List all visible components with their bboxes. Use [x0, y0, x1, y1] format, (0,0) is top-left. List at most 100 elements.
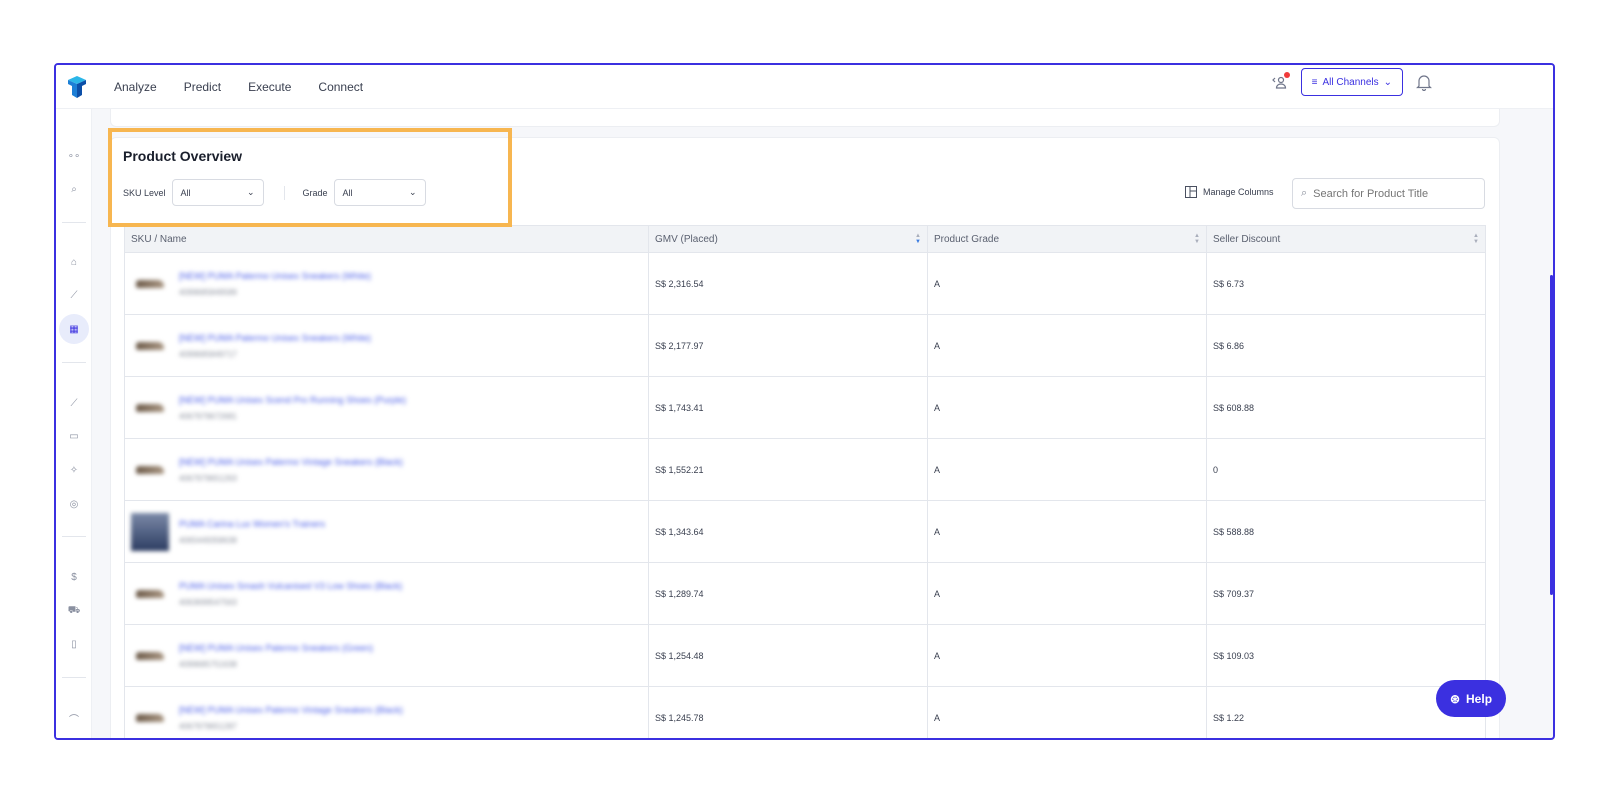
- table-row[interactable]: [NEW] PUMA Unisex Palermo Vintage Sneake…: [124, 687, 1486, 738]
- nav-predict[interactable]: Predict: [184, 80, 221, 94]
- col-gmv-label: GMV (Placed): [655, 233, 718, 245]
- help-label: Help: [1466, 691, 1493, 706]
- search-icon: ⌕: [1301, 187, 1308, 199]
- cell-gmv: S$ 1,343.64: [649, 501, 928, 562]
- manage-columns-button[interactable]: Manage Columns: [1185, 186, 1274, 198]
- product-sku: 4099685849717: [179, 349, 237, 359]
- col-sku-name-label: SKU / Name: [131, 233, 187, 245]
- channels-filter-button[interactable]: ≡ All Channels ⌄: [1300, 68, 1403, 96]
- cell-sku-name: [NEW] PUMA Palermo Unisex Sneakers (Whit…: [125, 253, 649, 314]
- product-name-link[interactable]: [NEW] PUMA Unisex Palermo Sneakers (Gree…: [179, 643, 373, 653]
- cell-gmv: S$ 2,177.97: [649, 315, 928, 376]
- cell-sku-name: [NEW] PUMA Palermo Unisex Sneakers (Whit…: [125, 315, 649, 376]
- table-body: [NEW] PUMA Palermo Unisex Sneakers (Whit…: [124, 253, 1486, 738]
- cell-discount: S$ 588.88: [1213, 526, 1255, 537]
- app-logo[interactable]: [60, 70, 94, 104]
- product-info: PUMA Carina Lux Women's Trainers 4065449…: [131, 512, 551, 551]
- trend-icon[interactable]: ⟋: [63, 284, 85, 306]
- nav-execute[interactable]: Execute: [248, 80, 291, 94]
- grade-select[interactable]: All ⌄: [333, 179, 426, 206]
- nav-analyze[interactable]: Analyze: [114, 80, 157, 94]
- product-thumbnail: [131, 451, 169, 489]
- sku-level-select[interactable]: All ⌄: [171, 179, 264, 206]
- nodes-icon[interactable]: ∘∘: [63, 145, 85, 167]
- table-row[interactable]: [NEW] PUMA Unisex Palermo Vintage Sneake…: [124, 439, 1486, 501]
- product-thumbnail: [131, 575, 169, 613]
- col-sku-name[interactable]: SKU / Name: [125, 226, 649, 252]
- cart-icon[interactable]: ⛟: [63, 600, 85, 622]
- store-icon[interactable]: ⌂: [63, 251, 85, 273]
- cell-sku-name: [NEW] PUMA Unisex Palermo Vintage Sneake…: [125, 687, 649, 738]
- chevron-down-icon: ⌄: [246, 187, 255, 197]
- chevron-down-icon: ⌄: [1383, 76, 1392, 88]
- product-name-link[interactable]: [NEW] PUMA Unisex Palermo Vintage Sneake…: [179, 457, 403, 467]
- product-search[interactable]: ⌕: [1292, 178, 1485, 209]
- col-seller-discount[interactable]: Seller Discount ▲ ▼: [1207, 226, 1485, 252]
- cell-discount: S$ 608.88: [1213, 402, 1255, 413]
- cell-gmv: S$ 1,254.48: [649, 625, 928, 686]
- nav-connect[interactable]: Connect: [318, 80, 363, 94]
- table-row[interactable]: [NEW] PUMA Unisex Scend Pro Running Shoe…: [124, 377, 1486, 439]
- product-name-link[interactable]: PUMA Carina Lux Women's Trainers: [179, 519, 325, 529]
- price-icon[interactable]: $: [63, 566, 85, 588]
- cell-gmv: S$ 1,289.74: [649, 563, 928, 624]
- cell-gmv: S$ 1,743.41: [649, 377, 928, 438]
- search-analytics-icon[interactable]: ⌕: [63, 178, 85, 200]
- filter-divider: [283, 185, 285, 200]
- filter-icon: ≡: [1311, 76, 1318, 88]
- filters-bar: SKU Level All ⌄ Grade All ⌄: [123, 179, 426, 206]
- line-chart-icon[interactable]: ⟋: [63, 392, 85, 414]
- columns-icon: [1185, 186, 1197, 198]
- cell-discount: S$ 6.86: [1213, 340, 1245, 351]
- product-name-link[interactable]: [NEW] PUMA Palermo Unisex Sneakers (Whit…: [179, 333, 371, 343]
- cell-grade: A: [928, 625, 1207, 686]
- id-card-icon[interactable]: ▭: [63, 425, 85, 447]
- table-row[interactable]: PUMA Unisex Smash Vulcanised V3 Low Shoe…: [124, 563, 1486, 625]
- chevron-down-icon: ⌄: [409, 187, 417, 197]
- sort-icon[interactable]: ▲ ▼: [915, 233, 921, 245]
- product-thumbnail: [131, 265, 169, 303]
- product-info: [NEW] PUMA Unisex Scend Pro Running Shoe…: [131, 389, 551, 427]
- manage-columns-label: Manage Columns: [1203, 187, 1274, 197]
- sort-icon[interactable]: ▲ ▼: [1194, 233, 1200, 245]
- product-table: SKU / Name GMV (Placed) ▲ ▼ Product Grade ▲…: [124, 225, 1486, 738]
- cell-grade: A: [928, 687, 1207, 738]
- table-row[interactable]: [NEW] PUMA Palermo Unisex Sneakers (Whit…: [124, 315, 1486, 377]
- sort-icon[interactable]: ▲ ▼: [1473, 233, 1479, 245]
- table-row[interactable]: PUMA Carina Lux Women's Trainers 4065449…: [124, 501, 1486, 563]
- col-gmv[interactable]: GMV (Placed) ▲ ▼: [649, 226, 928, 252]
- app-window: Analyze Predict Execute Connect ≡ All Ch…: [54, 63, 1555, 740]
- cell-discount: 0: [1213, 464, 1219, 475]
- col-product-grade-label: Product Grade: [934, 233, 1000, 245]
- user-switch-icon[interactable]: [1269, 71, 1291, 93]
- product-name-link[interactable]: PUMA Unisex Smash Vulcanised V3 Low Shoe…: [179, 581, 402, 591]
- search-input[interactable]: [1313, 187, 1474, 200]
- product-sku: 4067979672681: [179, 411, 237, 421]
- settings-icon[interactable]: ⌒: [63, 707, 85, 729]
- bell-icon[interactable]: [1413, 71, 1435, 93]
- cell-sku-name: [NEW] PUMA Unisex Palermo Vintage Sneake…: [125, 439, 649, 500]
- scrollbar[interactable]: [1550, 275, 1553, 595]
- sku-level-label: SKU Level: [123, 187, 166, 198]
- sparkle-icon[interactable]: ✧: [63, 459, 85, 481]
- product-name-link[interactable]: [NEW] PUMA Unisex Palermo Vintage Sneake…: [179, 705, 403, 715]
- table-row[interactable]: [NEW] PUMA Palermo Unisex Sneakers (Whit…: [124, 253, 1486, 315]
- lifebuoy-icon: ⊛: [1449, 691, 1461, 706]
- product-name-link[interactable]: [NEW] PUMA Palermo Unisex Sneakers (Whit…: [179, 271, 371, 281]
- product-sku: 4099685849589: [179, 287, 237, 297]
- cell-gmv: S$ 1,552.21: [649, 439, 928, 500]
- left-sidebar: ∘∘ ⌕ ⌂ ⟋ ▦ ⟋ ▭ ✧ ◎ $ ⛟ ▯ ⌒: [56, 109, 92, 738]
- col-product-grade[interactable]: Product Grade ▲ ▼: [928, 226, 1207, 252]
- product-info: [NEW] PUMA Unisex Palermo Vintage Sneake…: [131, 451, 551, 489]
- product-name-link[interactable]: [NEW] PUMA Unisex Scend Pro Running Shoe…: [179, 395, 406, 405]
- help-button[interactable]: ⊛ Help: [1436, 680, 1506, 717]
- channels-label: All Channels: [1322, 76, 1379, 88]
- table-icon[interactable]: ▦: [59, 314, 89, 344]
- grade-label: Grade: [302, 187, 328, 198]
- cell-grade: A: [928, 501, 1207, 562]
- product-thumbnail: [131, 512, 169, 551]
- table-row[interactable]: [NEW] PUMA Unisex Palermo Sneakers (Gree…: [124, 625, 1486, 687]
- target-icon[interactable]: ◎: [63, 493, 85, 515]
- product-sku: 4063699547563: [179, 597, 237, 607]
- document-icon[interactable]: ▯: [63, 633, 85, 655]
